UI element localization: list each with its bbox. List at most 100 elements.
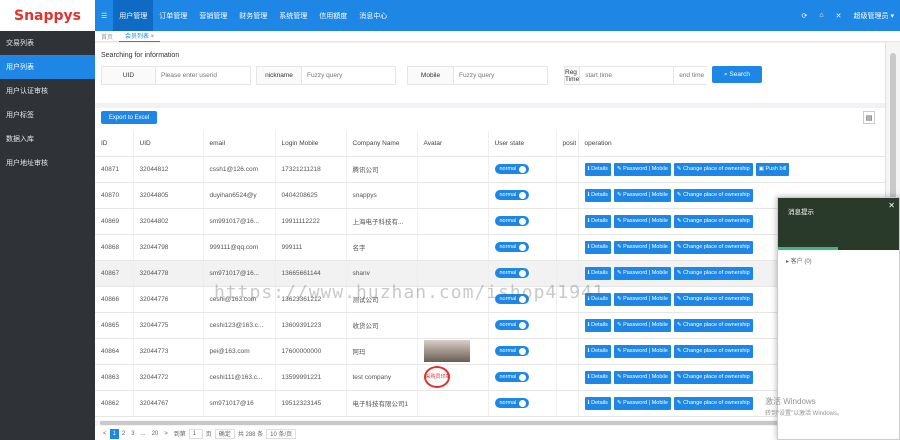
horizontal-scroll-thumb[interactable] [100,421,780,425]
change-ownership-button[interactable]: ✎ Change place of ownership [673,214,753,228]
details-button[interactable]: ℹ Details [584,266,611,280]
search-button[interactable]: ⌕ Search [712,66,762,83]
password-mobile-button[interactable]: ✎ Password | Mobile [613,214,671,228]
state-toggle[interactable]: normal [494,216,530,226]
page-2[interactable]: 2 [119,429,128,439]
sidebar-item-user-list[interactable]: 用户列表 [0,55,95,79]
details-button[interactable]: ℹ Details [584,344,611,358]
state-toggle[interactable]: normal [494,164,530,174]
nav-user-management[interactable]: 用户管理 [113,0,154,31]
col-state[interactable]: User state [488,131,557,157]
state-toggle[interactable]: normal [494,242,530,252]
change-ownership-button[interactable]: ✎ Change place of ownership [673,344,753,358]
change-ownership-button[interactable]: ✎ Change place of ownership [673,240,753,254]
start-time-input[interactable] [580,67,675,84]
goto-confirm-button[interactable]: 确定 [214,428,235,439]
password-mobile-button[interactable]: ✎ Password | Mobile [613,318,671,332]
chat-header: 消息提示 ✕ [778,198,899,250]
close-icon[interactable]: ✕ [888,201,895,210]
tab-member-list[interactable]: 会员列表 × [119,31,161,42]
user-menu[interactable]: 超级管理员 ▾ [848,0,900,31]
next-page-button[interactable]: > [161,429,171,439]
page-3[interactable]: 3 [128,429,137,439]
col-email[interactable]: email [203,131,276,157]
password-mobile-button[interactable]: ✎ Password | Mobile [613,344,671,358]
col-position[interactable]: posit [556,131,579,157]
nav-marketing[interactable]: 营销管理 [193,0,233,31]
password-mobile-button[interactable]: ✎ Password | Mobile [613,292,671,306]
details-button[interactable]: ℹ Details [584,318,611,332]
page-size-select[interactable]: 10 条/页 [266,428,297,439]
password-mobile-button[interactable]: ✎ Password | Mobile [613,162,671,176]
cell-email: 999111@qq.com [203,234,276,261]
fullscreen-icon[interactable]: ✕ [830,0,848,31]
col-operation[interactable]: operation [578,131,886,157]
state-toggle[interactable]: normal [494,398,530,408]
cell-uid: 32044805 [133,182,204,209]
horizontal-scrollbar[interactable] [95,420,885,426]
cell-state: normal [488,312,557,339]
page-20[interactable]: 20 [149,429,162,439]
state-toggle[interactable]: normal [494,372,530,382]
chat-contact-group[interactable]: ▸ 客户 (0) [778,250,899,271]
sidebar-item-tags[interactable]: 用户标签 [0,103,95,127]
password-mobile-button[interactable]: ✎ Password | Mobile [613,240,671,254]
col-company[interactable]: Company Name [346,131,418,157]
refresh-icon[interactable]: ⟳ [796,0,814,31]
push-bill-button[interactable]: ▣ Push bill [755,162,790,176]
password-mobile-button[interactable]: ✎ Password | Mobile [613,396,671,410]
cell-company: test company [346,364,418,391]
sidebar-item-import[interactable]: 数据入库 [0,127,95,151]
sidebar-item-transactions[interactable]: 交易列表 [0,31,95,55]
col-avatar[interactable]: Avatar [417,131,489,157]
sidebar-item-address-review[interactable]: 用户地址审核 [0,151,95,175]
details-button[interactable]: ℹ Details [584,240,611,254]
lock-icon[interactable]: ⌂ [813,0,829,31]
cell-position [556,390,579,417]
tab-home[interactable]: 首页 [95,31,119,42]
toggle-knob [519,165,527,173]
change-ownership-button[interactable]: ✎ Change place of ownership [673,292,753,306]
table-row: 40865 32044775 ceshi123@163.c... 1360939122… [95,312,886,339]
nav-finance[interactable]: 财务管理 [233,0,273,31]
nav-order-management[interactable]: 订单管理 [153,0,193,31]
details-button[interactable]: ℹ Details [584,396,611,410]
password-mobile-button[interactable]: ✎ Password | Mobile [613,370,671,384]
state-toggle[interactable]: normal [494,268,530,278]
col-uid[interactable]: UID [133,131,204,157]
table-row: 40870 32044805 duyihan6524@y 0404208625 snap… [95,182,886,209]
nav-credit[interactable]: 信用額度 [313,0,353,31]
change-ownership-button[interactable]: ✎ Change place of ownership [673,266,753,280]
page-1[interactable]: 1 [109,428,119,439]
col-mobile[interactable]: Login Mobile [275,131,347,157]
change-ownership-button[interactable]: ✎ Change place of ownership [673,162,753,176]
nav-system[interactable]: 系统管理 [273,0,313,31]
mobile-input[interactable] [454,67,547,84]
change-ownership-button[interactable]: ✎ Change place of ownership [673,396,753,410]
cell-company: 收货公司 [346,312,418,339]
details-button[interactable]: ℹ Details [584,188,611,202]
pagination: < 1 2 3 ... 20 > 到第 1 页 确定 共 288 条 10 条/… [95,427,885,440]
nav-messages[interactable]: 消息中心 [353,0,393,31]
state-toggle[interactable]: normal [494,320,530,330]
sidebar-item-verification[interactable]: 用户认证审核 [0,79,95,103]
prev-page-button[interactable]: < [100,429,110,439]
state-toggle[interactable]: normal [494,346,530,356]
change-ownership-button[interactable]: ✎ Change place of ownership [673,188,753,202]
export-excel-button[interactable]: Export to Excel [101,111,157,124]
col-id[interactable]: ID [95,131,134,157]
cell-id: 40866 [95,286,134,313]
nickname-input[interactable] [302,67,395,84]
details-button[interactable]: ℹ Details [584,162,611,176]
uid-input[interactable] [156,67,250,84]
state-toggle[interactable]: normal [494,190,530,200]
details-button[interactable]: ℹ Details [584,370,611,384]
password-mobile-button[interactable]: ✎ Password | Mobile [613,188,671,202]
password-mobile-button[interactable]: ✎ Password | Mobile [613,266,671,280]
change-ownership-button[interactable]: ✎ Change place of ownership [673,318,753,332]
column-filter-icon[interactable]: ▤ [863,111,875,124]
change-ownership-button[interactable]: ✎ Change place of ownership [673,370,753,384]
menu-toggle-icon[interactable]: ☰ [95,0,113,31]
details-button[interactable]: ℹ Details [584,214,611,228]
goto-page-input[interactable]: 1 [188,428,203,439]
